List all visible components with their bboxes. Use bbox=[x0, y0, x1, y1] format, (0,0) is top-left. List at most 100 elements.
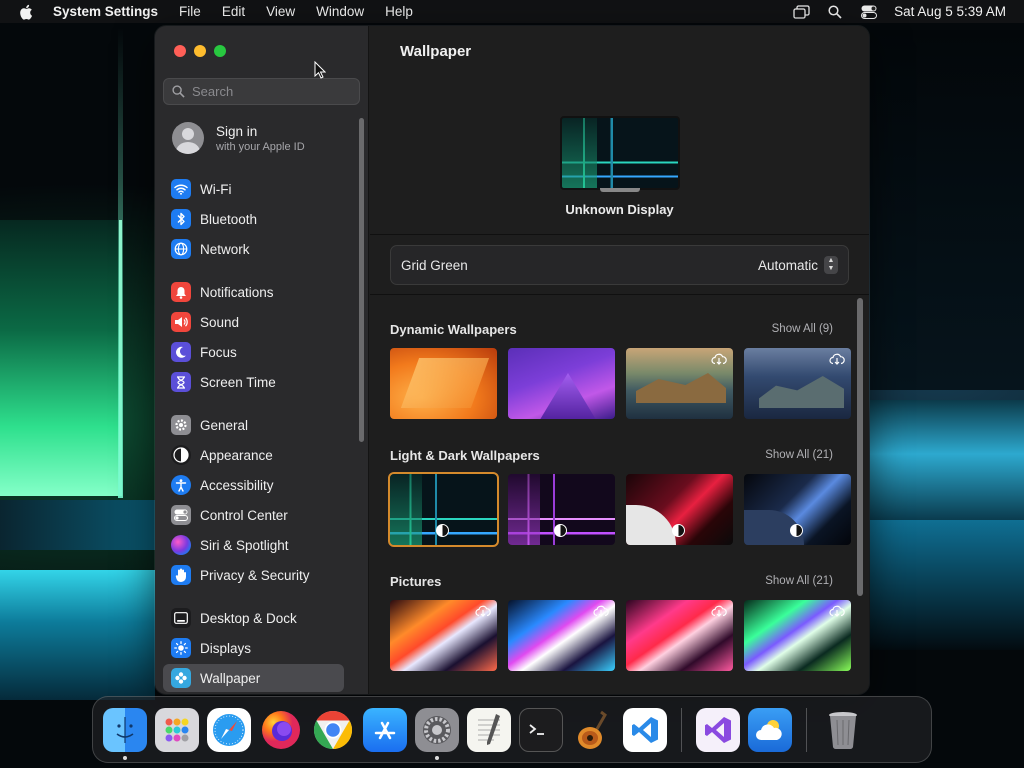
display-stand bbox=[600, 188, 640, 192]
speaker-icon bbox=[171, 312, 191, 332]
sidebar-item-displays[interactable]: Displays bbox=[163, 634, 344, 662]
wallpaper-thumbnail[interactable] bbox=[744, 474, 851, 545]
screen-mirroring-icon[interactable] bbox=[792, 4, 810, 20]
dock-vscode-icon[interactable] bbox=[623, 707, 667, 752]
download-cloud-icon bbox=[475, 605, 491, 617]
siri-icon bbox=[171, 535, 191, 555]
sidebar-item-label: Privacy & Security bbox=[200, 567, 310, 583]
dock-launchpad-icon[interactable] bbox=[155, 707, 199, 752]
dock-textedit-icon[interactable] bbox=[467, 707, 511, 752]
wallpaper-thumbnail[interactable] bbox=[390, 348, 497, 419]
show-all-light-dark-button[interactable]: Show All (21) bbox=[765, 449, 833, 461]
dock-safari-icon[interactable] bbox=[207, 707, 251, 752]
wallpaper-shape bbox=[0, 500, 155, 550]
menu-edit[interactable]: Edit bbox=[222, 4, 245, 19]
wallpaper-thumbnail[interactable] bbox=[626, 348, 733, 419]
avatar bbox=[172, 122, 204, 154]
close-button[interactable] bbox=[174, 45, 186, 57]
download-cloud-icon bbox=[593, 605, 609, 617]
sidebar-item-control-center[interactable]: Control Center bbox=[163, 501, 344, 529]
dock-weather-icon[interactable] bbox=[748, 707, 792, 752]
sidebar-item-privacy-security[interactable]: Privacy & Security bbox=[163, 561, 344, 589]
sidebar-item-appearance[interactable]: Appearance bbox=[163, 441, 344, 469]
wallpaper-thumbnail[interactable] bbox=[508, 600, 615, 671]
current-wallpaper-name: Grid Green bbox=[401, 257, 468, 273]
appearance-mode-value: Automatic bbox=[757, 257, 818, 273]
menu-window[interactable]: Window bbox=[316, 4, 364, 19]
pictures-row bbox=[390, 600, 851, 671]
search-field[interactable] bbox=[163, 78, 360, 105]
appearance-icon bbox=[171, 445, 191, 465]
sidebar-item-desktop-dock[interactable]: Desktop & Dock bbox=[163, 604, 344, 632]
sidebar-item-network[interactable]: Network bbox=[163, 235, 344, 263]
sidebar-item-accessibility[interactable]: Accessibility bbox=[163, 471, 344, 499]
dock-terminal-icon[interactable] bbox=[519, 707, 563, 752]
dock-firefox-icon[interactable] bbox=[259, 708, 303, 752]
current-wallpaper-row: Grid Green Automatic ▲ ▼ bbox=[390, 245, 849, 285]
dock-garageband-icon[interactable] bbox=[571, 708, 615, 752]
sidebar-item-label: Appearance bbox=[200, 447, 273, 463]
sidebar-scrollbar[interactable] bbox=[359, 118, 364, 442]
wallpaper-thumbnail[interactable] bbox=[744, 600, 851, 671]
wallpaper-thumbnail[interactable] bbox=[744, 348, 851, 419]
running-indicator bbox=[435, 755, 439, 760]
wallpaper-shape bbox=[118, 28, 123, 498]
dynamic-wallpapers-row bbox=[390, 348, 851, 419]
accessibility-icon bbox=[171, 475, 191, 495]
wallpaper-thumbnail-selected[interactable] bbox=[388, 472, 499, 547]
wallpaper-shape bbox=[870, 400, 1024, 520]
apple-id-sign-in[interactable]: Sign in with your Apple ID bbox=[172, 122, 305, 154]
display-name: Unknown Display bbox=[565, 202, 674, 217]
menu-app-name[interactable]: System Settings bbox=[53, 4, 158, 19]
sidebar-item-screen-time[interactable]: Screen Time bbox=[163, 368, 344, 396]
hand-icon bbox=[171, 565, 191, 585]
sidebar-item-label: Desktop & Dock bbox=[200, 610, 297, 626]
sidebar: Sign in with your Apple ID Wi-Fi Bluetoo… bbox=[155, 26, 369, 694]
light-dark-badge-icon bbox=[436, 524, 449, 537]
sidebar-item-label: Bluetooth bbox=[200, 211, 258, 227]
dock-chrome-icon[interactable] bbox=[311, 708, 355, 752]
bluetooth-icon bbox=[171, 209, 191, 229]
apple-menu-icon[interactable] bbox=[19, 4, 35, 20]
show-all-pictures-button[interactable]: Show All (21) bbox=[765, 575, 833, 587]
minimize-button[interactable] bbox=[194, 45, 206, 57]
appearance-mode-popup[interactable]: Automatic ▲ ▼ bbox=[758, 256, 838, 274]
menu-file[interactable]: File bbox=[179, 4, 201, 19]
wallpaper-thumbnail[interactable] bbox=[508, 474, 615, 545]
dock-trash-icon[interactable] bbox=[821, 708, 865, 752]
wallpaper-thumbnail[interactable] bbox=[390, 600, 497, 671]
zoom-button[interactable] bbox=[214, 45, 226, 57]
wallpaper-thumbnail[interactable] bbox=[508, 348, 615, 419]
download-cloud-icon bbox=[711, 353, 727, 365]
wallpaper-thumbnail[interactable] bbox=[626, 600, 733, 671]
wallpaper-thumbnail[interactable] bbox=[626, 474, 733, 545]
wallpaper-pane: Wallpaper Unknown Display Grid Green Aut… bbox=[370, 26, 869, 694]
spotlight-search-icon[interactable] bbox=[826, 4, 844, 20]
dock-system-settings-icon[interactable] bbox=[415, 707, 459, 760]
sidebar-item-siri-spotlight[interactable]: Siri & Spotlight bbox=[163, 531, 344, 559]
sidebar-item-notifications[interactable]: Notifications bbox=[163, 278, 344, 306]
search-input[interactable] bbox=[192, 84, 342, 99]
sidebar-item-sound[interactable]: Sound bbox=[163, 308, 344, 336]
main-scrollbar[interactable] bbox=[857, 298, 863, 596]
sign-in-label: Sign in bbox=[216, 123, 258, 139]
sidebar-item-wallpaper[interactable]: Wallpaper bbox=[163, 664, 344, 692]
control-center-icon[interactable] bbox=[860, 4, 878, 20]
menu-clock[interactable]: Sat Aug 5 5:39 AM bbox=[894, 4, 1006, 19]
sidebar-item-label: Network bbox=[200, 241, 250, 257]
dock-icon bbox=[171, 608, 191, 628]
dock-finder-icon[interactable] bbox=[103, 707, 147, 760]
dock-visual-studio-icon[interactable] bbox=[696, 707, 740, 752]
window-controls bbox=[174, 45, 226, 57]
menu-help[interactable]: Help bbox=[385, 4, 413, 19]
sidebar-item-bluetooth[interactable]: Bluetooth bbox=[163, 205, 344, 233]
sidebar-item-wifi[interactable]: Wi-Fi bbox=[163, 175, 344, 203]
sidebar-item-label: Wi-Fi bbox=[200, 181, 232, 197]
control-center-icon bbox=[171, 505, 191, 525]
sidebar-item-focus[interactable]: Focus bbox=[163, 338, 344, 366]
sidebar-item-general[interactable]: General bbox=[163, 411, 344, 439]
dock-app-store-icon[interactable] bbox=[363, 707, 407, 752]
menu-view[interactable]: View bbox=[266, 4, 295, 19]
display-preview bbox=[560, 116, 680, 190]
show-all-dynamic-button[interactable]: Show All (9) bbox=[772, 323, 833, 335]
